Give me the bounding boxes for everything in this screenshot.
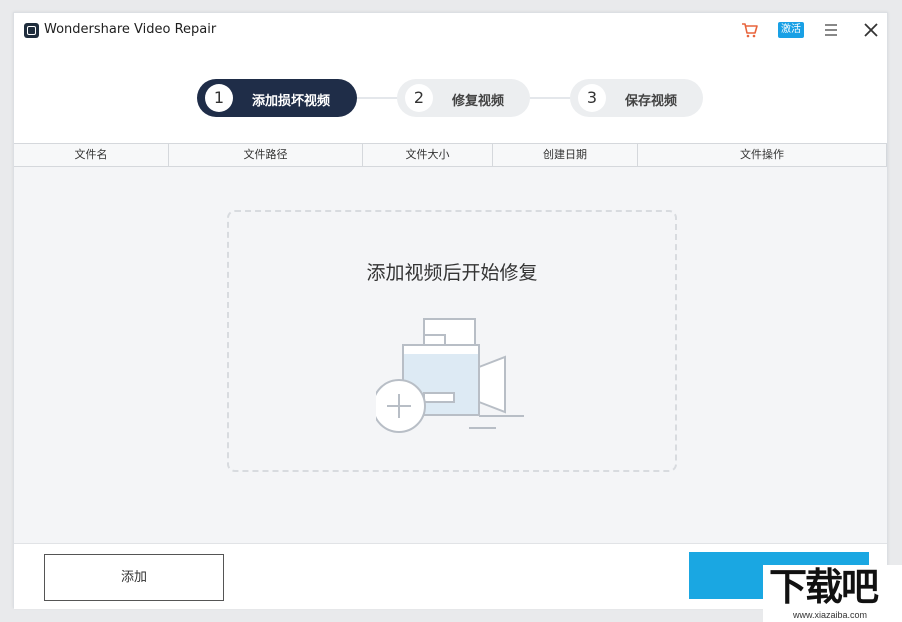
app-logo-icon [24, 23, 39, 38]
app-title: Wondershare Video Repair [44, 22, 216, 37]
column-header-created-date[interactable]: 创建日期 [493, 144, 638, 166]
file-list-area: 添加视频后开始修复 [14, 167, 887, 543]
column-header-filepath[interactable]: 文件路径 [169, 144, 363, 166]
step-1-label: 添加损坏视频 [252, 90, 330, 109]
menu-icon[interactable] [824, 23, 838, 37]
stepper: 1 添加损坏视频 2 修复视频 3 保存视频 [14, 77, 887, 119]
step-2: 2 修复视频 [397, 79, 530, 117]
title-bar: Wondershare Video Repair 激活 [14, 13, 887, 49]
add-video-dropzone[interactable]: 添加视频后开始修复 [227, 210, 677, 472]
close-icon[interactable] [864, 23, 878, 37]
cart-icon[interactable] [741, 21, 759, 39]
footer-bar: 添加 [14, 543, 887, 609]
activate-button[interactable]: 激活 [778, 22, 804, 38]
step-2-label: 修复视频 [452, 90, 504, 109]
step-3: 3 保存视频 [570, 79, 703, 117]
step-1-number: 1 [205, 84, 233, 112]
step-connector [356, 97, 398, 99]
column-header-filename[interactable]: 文件名 [14, 144, 169, 166]
video-camera-add-icon [376, 317, 536, 437]
watermark-logo: 下载吧 [769, 565, 877, 609]
dropzone-hint: 添加视频后开始修复 [229, 258, 675, 285]
add-button[interactable]: 添加 [44, 554, 224, 601]
step-1: 1 添加损坏视频 [197, 79, 357, 117]
watermark: 下载吧 www.xiazaiba.com [763, 565, 902, 622]
step-connector [529, 97, 571, 99]
column-header-filesize[interactable]: 文件大小 [363, 144, 493, 166]
watermark-url: www.xiazaiba.com [793, 610, 867, 620]
column-header-file-actions[interactable]: 文件操作 [638, 144, 887, 166]
step-3-label: 保存视频 [625, 90, 677, 109]
step-2-number: 2 [405, 84, 433, 112]
step-3-number: 3 [578, 84, 606, 112]
app-window: Wondershare Video Repair 激活 1 添加损坏视频 2 修… [13, 12, 888, 608]
file-table-header: 文件名 文件路径 文件大小 创建日期 文件操作 [14, 143, 887, 167]
